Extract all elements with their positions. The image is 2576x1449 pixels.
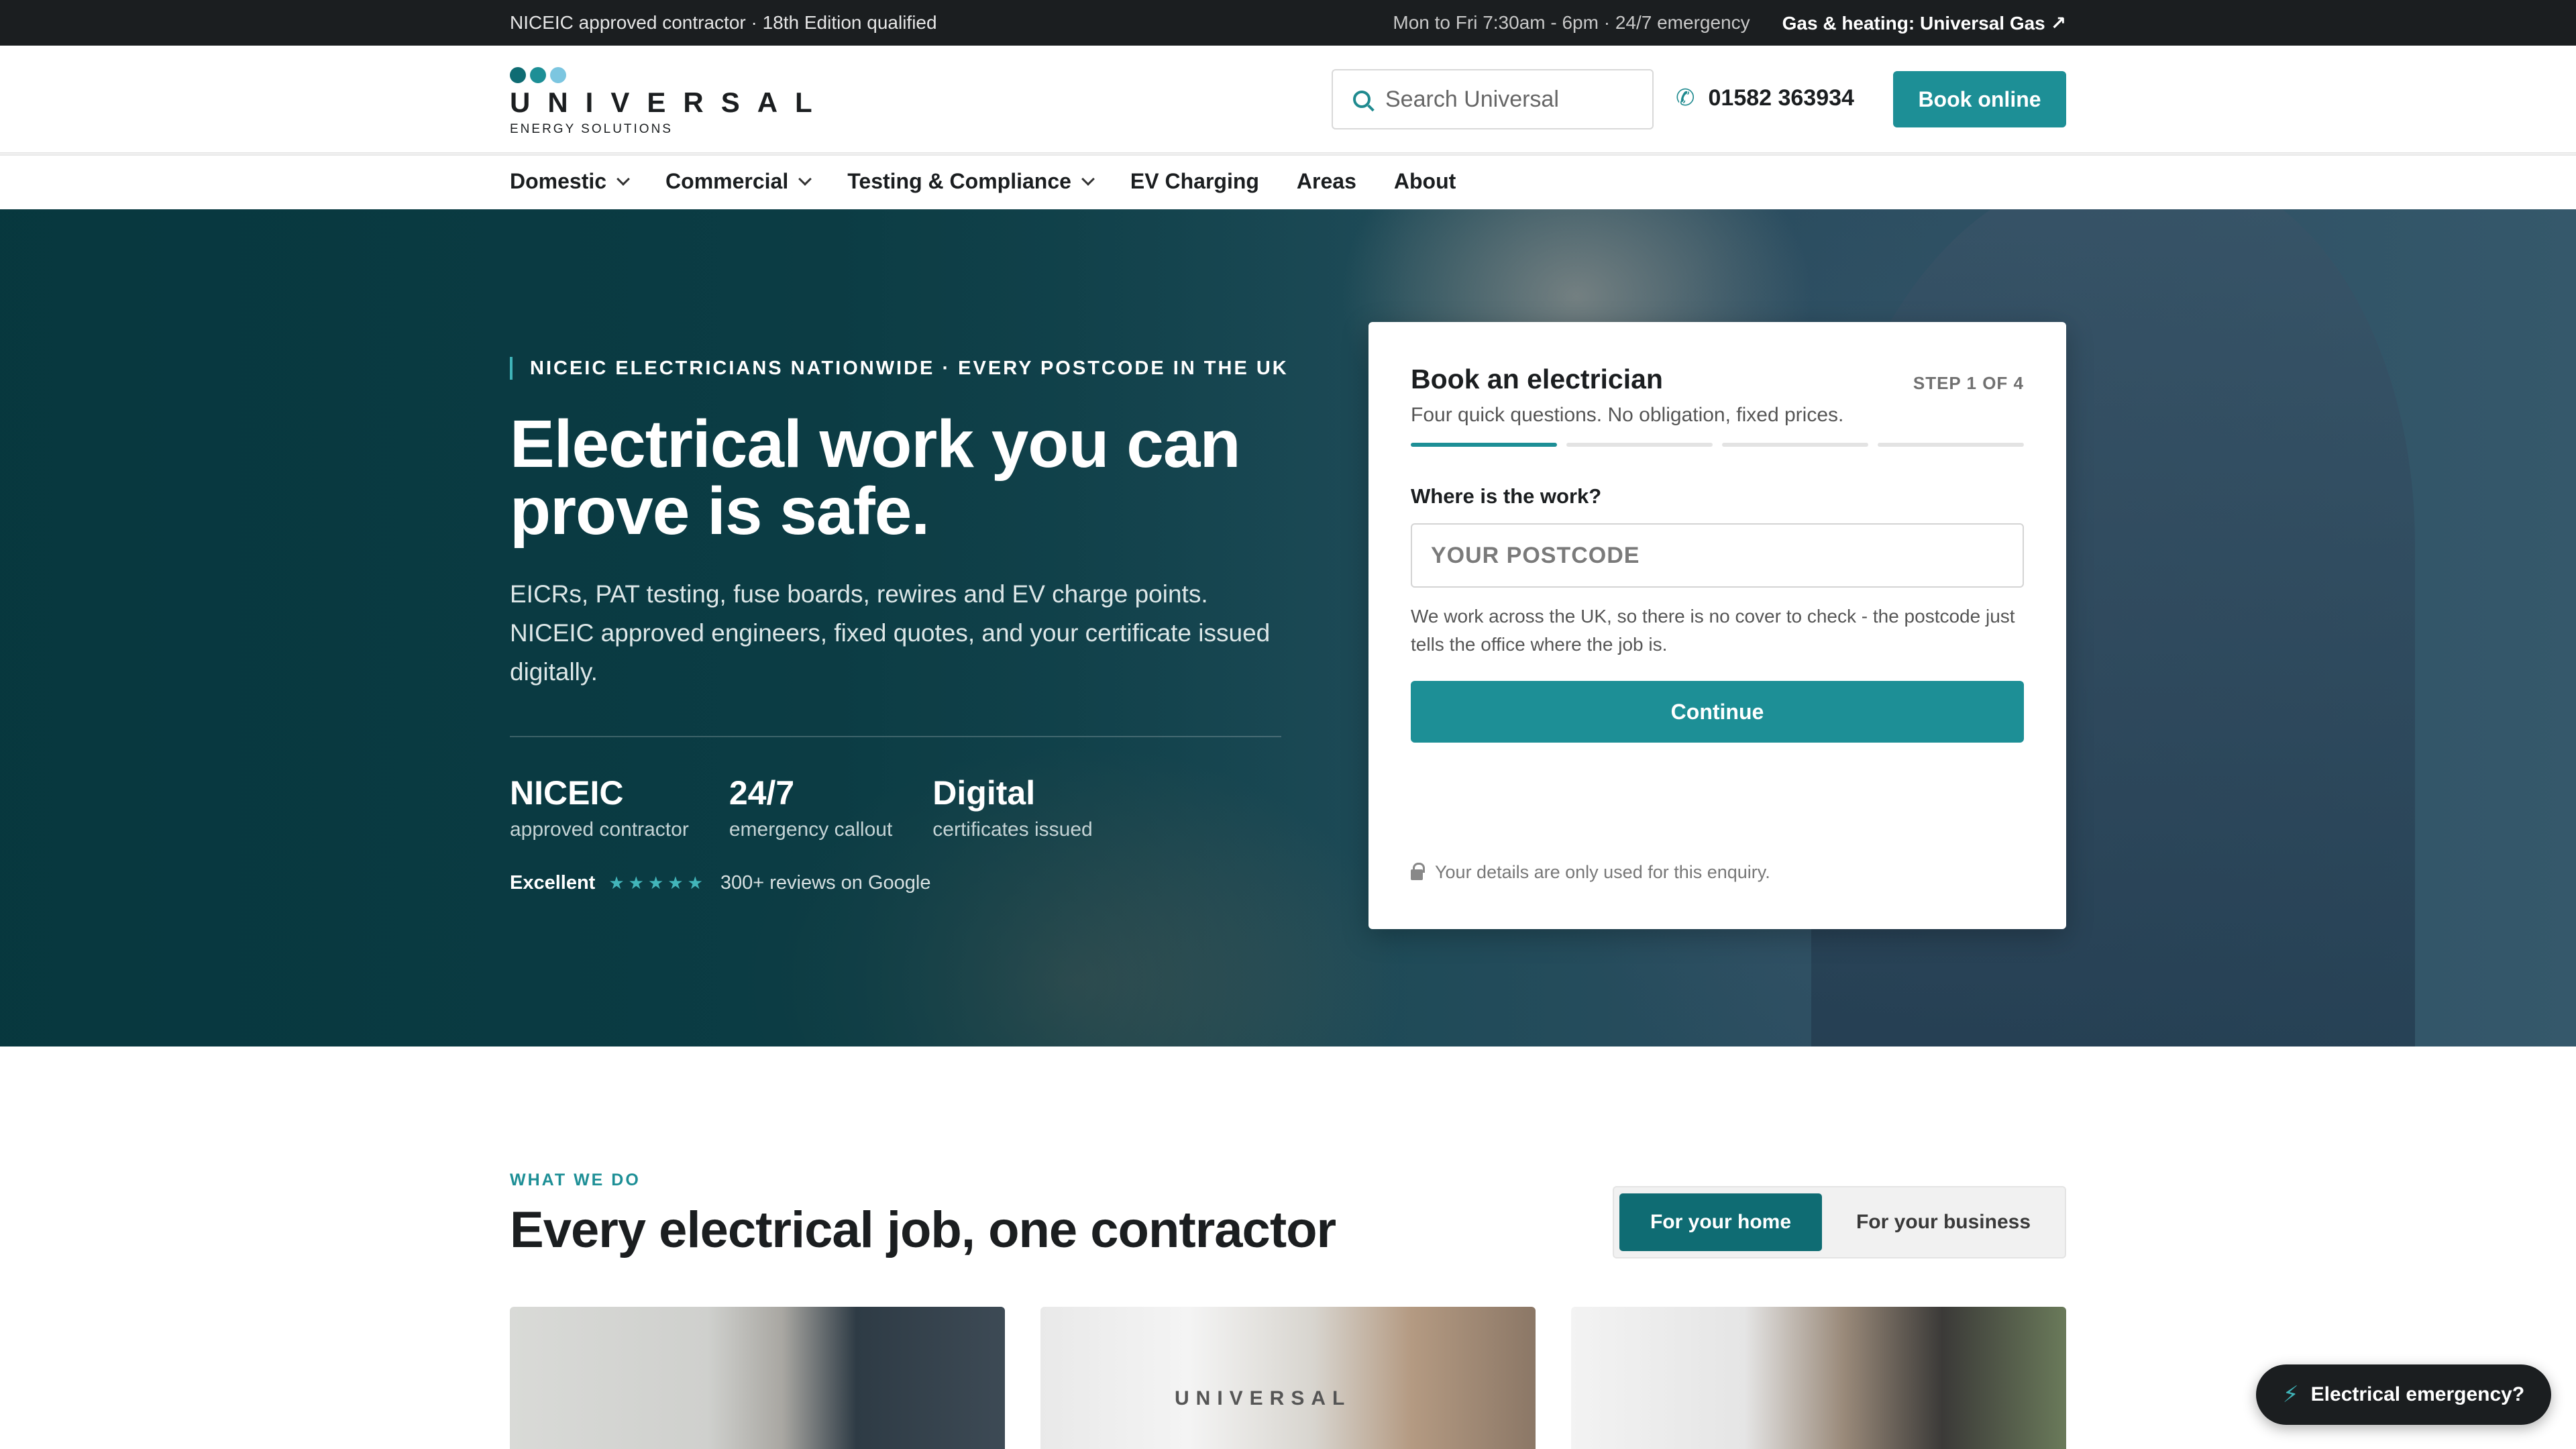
stat-value: Digital	[932, 774, 1036, 812]
toggle-business[interactable]: For your business	[1827, 1193, 2059, 1251]
stat: NICEIC approved contractor	[510, 773, 689, 841]
emergency-button[interactable]: ⚡ Electrical emergency?	[2256, 1364, 2551, 1425]
question-label: Where is the work?	[1411, 484, 1602, 508]
gas-heating-link[interactable]: Gas & heating: Universal Gas ↗	[1782, 12, 2066, 34]
van-logo-text: UNIVERSAL	[1175, 1387, 1352, 1409]
progress-segment	[1566, 443, 1713, 447]
booking-title: Book an electrician	[1411, 364, 1663, 394]
hero-stats: NICEIC approved contractor 24/7 emergenc…	[510, 773, 1093, 841]
booking-card: Book an electrician STEP 1 OF 4 Four qui…	[1368, 322, 2066, 929]
booking-subtitle: Four quick questions. No obligation, fix…	[1411, 404, 1844, 426]
step-progress	[1411, 443, 2024, 447]
search-icon	[1353, 91, 1371, 108]
stat-label: certificates issued	[932, 818, 1093, 841]
hero-eyebrow: NICEIC ELECTRICIANS NATIONWIDE · EVERY P…	[510, 357, 1289, 380]
step-indicator: STEP 1 OF 4	[1913, 373, 2024, 393]
section-eyebrow: WHAT WE DO	[510, 1171, 641, 1189]
nav-item-domestic[interactable]: Domestic	[510, 169, 630, 194]
stat: Digital certificates issued	[932, 773, 1092, 841]
nav-item-testing-compliance[interactable]: Testing & Compliance	[847, 169, 1095, 194]
site-header: UNIVERSAL ENERGY SOLUTIONS Search Univer…	[0, 46, 2576, 154]
stat-label: emergency callout	[729, 818, 893, 841]
lightning-bolt-icon: ⚡	[2282, 1382, 2299, 1407]
opening-hours: Mon to Fri 7:30am - 6pm · 24/7 emergency	[1393, 12, 1750, 33]
hero-section: NICEIC ELECTRICIANS NATIONWIDE · EVERY P…	[0, 209, 2576, 1046]
toggle-home[interactable]: For your home	[1619, 1193, 1822, 1251]
nav-item-label: Domestic	[510, 169, 607, 193]
review-count: 300+ reviews on Google	[720, 872, 931, 894]
service-card-image[interactable]	[1571, 1307, 2066, 1449]
logo-wordmark: UNIVERSAL	[510, 87, 830, 118]
logo[interactable]: UNIVERSAL ENERGY SOLUTIONS	[510, 64, 830, 138]
logo-subtitle: ENERGY SOLUTIONS	[510, 122, 673, 136]
search-input[interactable]: Search Universal	[1385, 87, 1559, 113]
nav-item-about[interactable]: About	[1394, 169, 1456, 194]
nav-item-label: Areas	[1296, 169, 1356, 193]
audience-toggle: For your home For your business	[1613, 1186, 2066, 1258]
progress-segment	[1878, 443, 2024, 447]
chevron-down-icon	[616, 172, 630, 186]
service-card-image[interactable]	[510, 1307, 1005, 1449]
logo-dots	[510, 67, 751, 83]
phone-link[interactable]: ✆ 01582 363934	[1676, 85, 1854, 111]
accreditation-text: NICEIC approved contractor · 18th Editio…	[510, 12, 937, 33]
search-box[interactable]: Search Universal	[1332, 69, 1654, 129]
logo-dot	[550, 67, 566, 83]
chevron-down-icon	[1081, 172, 1095, 186]
nav-item-areas[interactable]: Areas	[1297, 169, 1356, 194]
postcode-help-text: We work across the UK, so there is no co…	[1411, 606, 2015, 655]
phone-number: 01582 363934	[1708, 85, 1854, 111]
nav-item-label: Testing & Compliance	[847, 169, 1071, 193]
nav-item-label: EV Charging	[1130, 169, 1259, 193]
lock-icon	[1411, 862, 1425, 880]
nav-item-commercial[interactable]: Commercial	[665, 169, 812, 194]
progress-segment	[1722, 443, 1868, 447]
phone-icon: ✆	[1676, 85, 1695, 111]
top-bar: NICEIC approved contractor · 18th Editio…	[0, 0, 2576, 46]
stat-value: NICEIC	[510, 774, 624, 812]
section-title: Every electrical job, one contractor	[510, 1201, 1336, 1258]
chevron-down-icon	[798, 172, 812, 186]
continue-button[interactable]: Continue	[1411, 681, 2024, 743]
hero-subtitle: EICRs, PAT testing, fuse boards, rewires…	[510, 580, 1271, 686]
nav-item-label: Commercial	[665, 169, 789, 193]
logo-dot	[530, 67, 546, 83]
nav-item-label: About	[1393, 169, 1456, 193]
emergency-label: Electrical emergency?	[2310, 1383, 2525, 1405]
stat-label: approved contractor	[510, 818, 689, 841]
star-rating-icon: ★★★★★	[608, 873, 707, 893]
hero-title: Electrical work you can prove is safe.	[510, 407, 1241, 549]
privacy-text: Your details are only used for this enqu…	[1435, 862, 1770, 882]
rating-word: Excellent	[510, 872, 596, 894]
google-rating[interactable]: Excellent ★★★★★ 300+ reviews on Google	[510, 872, 930, 894]
hero-divider	[510, 736, 1281, 737]
nav-item-ev-charging[interactable]: EV Charging	[1130, 169, 1259, 194]
stat: 24/7 emergency callout	[729, 773, 892, 841]
privacy-note: Your details are only used for this enqu…	[1411, 862, 1770, 883]
stat-value: 24/7	[729, 774, 795, 812]
main-nav: Domestic Commercial Testing & Compliance…	[0, 154, 2576, 209]
service-card-image[interactable]: UNIVERSAL	[1040, 1307, 1536, 1449]
top-bar-right: Mon to Fri 7:30am - 6pm · 24/7 emergency…	[1393, 12, 2066, 34]
book-online-button[interactable]: Book online	[1893, 71, 2066, 127]
logo-dot	[510, 67, 526, 83]
postcode-input[interactable]: YOUR POSTCODE	[1411, 523, 2024, 588]
progress-segment	[1411, 443, 1557, 447]
